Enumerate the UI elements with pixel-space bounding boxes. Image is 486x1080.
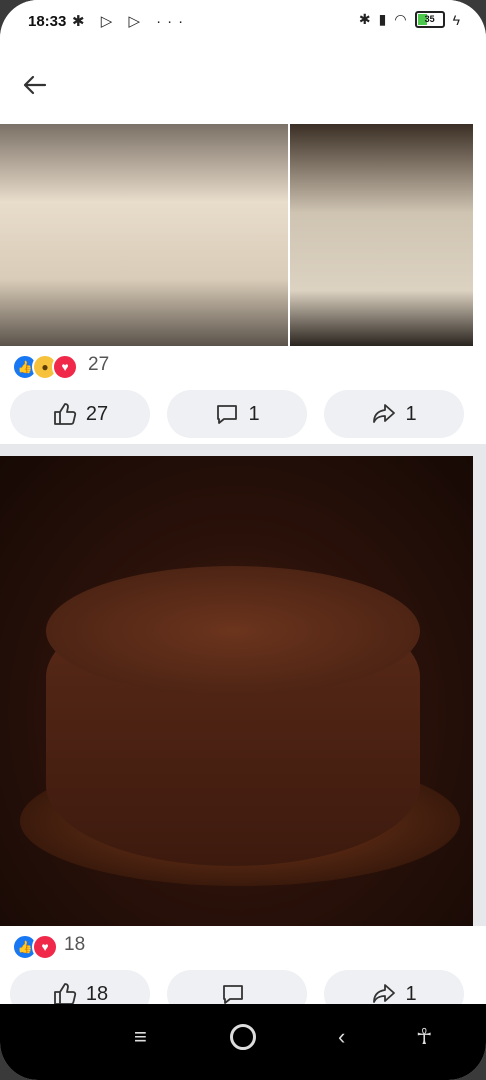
love-reaction-icon: ♥ xyxy=(32,934,58,960)
comment-icon xyxy=(217,405,238,424)
post1-reaction-count: 27 xyxy=(88,354,110,375)
post1-reaction-icons: 👍 ● ♥ xyxy=(12,354,78,380)
post2-reactions[interactable]: 👍 ♥ 18 xyxy=(0,926,486,966)
post2-like-count: 18 xyxy=(85,982,109,1005)
battery-icon: 35 xyxy=(414,11,445,28)
status-time: 18:33 xyxy=(28,13,67,30)
post2-share-count: 1 xyxy=(405,982,417,1005)
signal-icon: ▮ xyxy=(378,11,387,27)
post1-comment-count: 1 xyxy=(248,402,260,425)
love-reaction-icon: ♥ xyxy=(52,354,78,380)
post1-photo-2[interactable] xyxy=(290,124,473,346)
post1-photo-grid xyxy=(0,124,486,346)
accessibility-icon[interactable]: ☥ xyxy=(416,1024,432,1050)
notification-icons: ✱ ▷ ▷ ··· xyxy=(72,13,190,30)
bluetooth-icon: ✱ xyxy=(358,11,371,27)
post2-photo[interactable] xyxy=(0,456,473,926)
system-nav-bar: ≡ ‹ ☥ xyxy=(0,1004,486,1080)
back-icon[interactable]: ‹ xyxy=(338,1024,345,1050)
post1-share-count: 1 xyxy=(405,402,417,425)
thumbs-up-icon xyxy=(53,403,77,425)
battery-level: 35 xyxy=(424,14,435,24)
system-icons: ✱ ▮ ◠ 35 ϟ xyxy=(359,11,460,28)
menu-icon[interactable]: ≡ xyxy=(134,1024,147,1050)
post1-action-row: 27 1 1 xyxy=(0,384,486,448)
back-button[interactable] xyxy=(20,70,50,100)
post1-photo-1[interactable] xyxy=(0,124,288,346)
home-icon[interactable] xyxy=(230,1024,256,1050)
status-bar: 18:33 ✱ ▷ ▷ ··· ✱ ▮ ◠ 35 ϟ xyxy=(0,0,486,44)
post1-like-button[interactable]: 27 xyxy=(10,390,150,438)
phone-screen: 18:33 ✱ ▷ ▷ ··· ✱ ▮ ◠ 35 ϟ 👍 ● ♥ 27 27 1… xyxy=(0,0,486,1080)
arrow-left-icon xyxy=(23,75,47,95)
post2-reaction-count: 18 xyxy=(64,934,86,955)
post1-share-button[interactable]: 1 xyxy=(324,390,464,438)
post1-reactions[interactable]: 👍 ● ♥ 27 xyxy=(0,346,486,386)
post1-like-count: 27 xyxy=(85,402,109,425)
post2-reaction-icons: 👍 ♥ xyxy=(12,934,58,960)
app-bar xyxy=(0,44,486,124)
share-icon xyxy=(373,404,396,423)
charging-icon: ϟ xyxy=(452,11,460,28)
wifi-icon: ◠ xyxy=(394,11,407,27)
post1-comment-button[interactable]: 1 xyxy=(167,390,307,438)
post-separator xyxy=(0,444,486,456)
